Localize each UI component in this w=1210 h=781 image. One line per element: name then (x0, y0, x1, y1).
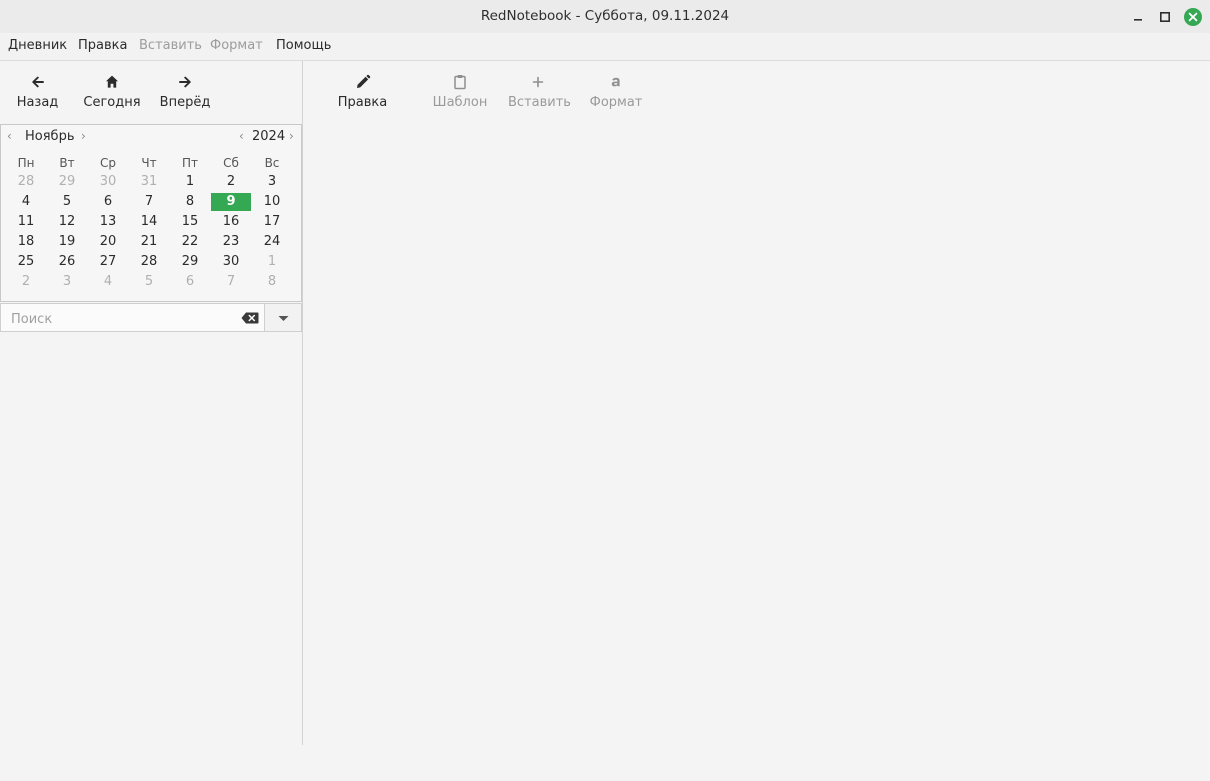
close-button[interactable] (1182, 6, 1204, 28)
window-title: RedNotebook - Суббота, 09.11.2024 (480, 8, 730, 24)
forward-button[interactable]: Вперёд (157, 72, 213, 110)
weekday-header: Чт (141, 156, 157, 170)
calendar-day[interactable]: 15 (170, 213, 210, 231)
pencil-icon (356, 74, 370, 88)
menu-format[interactable]: Формат (210, 38, 263, 53)
weekday-header: Пт (181, 156, 198, 170)
weekday-header: Пн (17, 156, 35, 170)
search-clear-button[interactable] (241, 312, 259, 324)
minimize-icon (1134, 19, 1142, 21)
today-label: Сегодня (83, 95, 141, 110)
menu-help[interactable]: Помощь (276, 38, 331, 53)
calendar-day[interactable]: 2 (211, 173, 251, 191)
calendar-day[interactable]: 31 (129, 173, 169, 191)
chevron-down-icon (278, 316, 289, 321)
maximize-button[interactable] (1154, 6, 1176, 28)
calendar-day[interactable]: 17 (252, 213, 292, 231)
weekday-header: Ср (100, 156, 116, 170)
close-icon (1184, 8, 1202, 26)
prev-year-button[interactable]: ‹ (239, 129, 244, 143)
weekday-header: Сб (223, 156, 239, 170)
search-field (0, 303, 265, 332)
template-button[interactable]: Шаблон (431, 72, 489, 110)
calendar-day[interactable]: 21 (129, 233, 169, 251)
search-input[interactable] (9, 309, 238, 329)
calendar-day[interactable]: 24 (252, 233, 292, 251)
calendar-day[interactable]: 22 (170, 233, 210, 251)
calendar-day[interactable]: 12 (47, 213, 87, 231)
weekday-header: Вс (264, 156, 280, 170)
template-label: Шаблон (432, 95, 488, 110)
calendar-day[interactable]: 30 (88, 173, 128, 191)
calendar-day[interactable]: 27 (88, 253, 128, 271)
next-month-button[interactable]: › (81, 129, 86, 143)
back-label: Назад (16, 95, 59, 110)
calendar-day[interactable]: 2 (6, 273, 46, 291)
calendar-day[interactable]: 4 (6, 193, 46, 211)
title-bar: RedNotebook - Суббота, 09.11.2024 (0, 0, 1210, 34)
search-dropdown-button[interactable] (265, 303, 302, 332)
bottom-strip (0, 745, 1210, 781)
prev-month-button[interactable]: ‹ (7, 129, 12, 143)
calendar-day[interactable]: 8 (252, 273, 292, 291)
calendar-day[interactable]: 8 (170, 193, 210, 211)
insert-label: Вставить (508, 95, 571, 110)
calendar-day[interactable]: 29 (170, 253, 210, 271)
calendar-day[interactable]: 23 (211, 233, 251, 251)
arrow-left-icon (31, 76, 44, 88)
calendar-day[interactable]: 19 (47, 233, 87, 251)
calendar-day[interactable]: 5 (47, 193, 87, 211)
calendar-day[interactable]: 28 (129, 253, 169, 271)
calendar-day[interactable]: 4 (88, 273, 128, 291)
calendar-month: Ноябрь (25, 129, 75, 144)
calendar-day[interactable]: 6 (88, 193, 128, 211)
calendar-day[interactable]: 16 (211, 213, 251, 231)
calendar-day[interactable]: 1 (252, 253, 292, 271)
calendar-day[interactable]: 13 (88, 213, 128, 231)
format-label: Формат (589, 95, 643, 110)
clipboard-icon (454, 75, 466, 90)
calendar-day[interactable]: 7 (211, 273, 251, 291)
calendar-day[interactable]: 18 (6, 233, 46, 251)
calendar-day[interactable]: 29 (47, 173, 87, 191)
menu-bar: Дневник Правка Вставить Формат Помощь (0, 33, 1210, 61)
calendar-day-selected[interactable]: 9 (211, 193, 251, 211)
menu-edit[interactable]: Правка (78, 38, 127, 53)
calendar-day[interactable]: 28 (6, 173, 46, 191)
next-year-button[interactable]: › (289, 129, 294, 143)
calendar: ‹ Ноябрь › ‹ 2024 › Пн Вт Ср Чт Пт Сб Вс 28 29 30… (0, 124, 302, 302)
calendar-day[interactable]: 20 (88, 233, 128, 251)
maximize-icon (1160, 12, 1170, 22)
back-button[interactable]: Назад (10, 72, 65, 110)
calendar-day[interactable]: 5 (129, 273, 169, 291)
home-icon (106, 75, 118, 88)
minimize-button[interactable] (1127, 6, 1149, 28)
plus-icon (532, 76, 544, 88)
format-text-icon (611, 77, 620, 87)
calendar-day[interactable]: 1 (170, 173, 210, 191)
calendar-day[interactable]: 6 (170, 273, 210, 291)
calendar-day[interactable]: 3 (47, 273, 87, 291)
calendar-day[interactable]: 3 (252, 173, 292, 191)
calendar-day[interactable]: 26 (47, 253, 87, 271)
clear-icon (241, 312, 259, 324)
calendar-year: 2024 (252, 129, 286, 144)
edit-label: Правка (337, 95, 388, 110)
format-button[interactable]: Формат (587, 72, 645, 110)
calendar-day[interactable]: 30 (211, 253, 251, 271)
weekday-header: Вт (59, 156, 75, 170)
calendar-day[interactable]: 10 (252, 193, 292, 211)
calendar-day[interactable]: 25 (6, 253, 46, 271)
menu-insert[interactable]: Вставить (139, 38, 202, 53)
arrow-right-icon (179, 76, 191, 88)
today-button[interactable]: Сегодня (82, 72, 142, 110)
forward-label: Вперёд (159, 95, 211, 110)
insert-button[interactable]: Вставить (508, 72, 571, 110)
menu-journal[interactable]: Дневник (8, 38, 67, 53)
calendar-day[interactable]: 14 (129, 213, 169, 231)
calendar-day[interactable]: 11 (6, 213, 46, 231)
calendar-day[interactable]: 7 (129, 193, 169, 211)
editor-area: Правка Шаблон Вставить Формат (303, 61, 1210, 745)
edit-button[interactable]: Правка (335, 72, 390, 110)
